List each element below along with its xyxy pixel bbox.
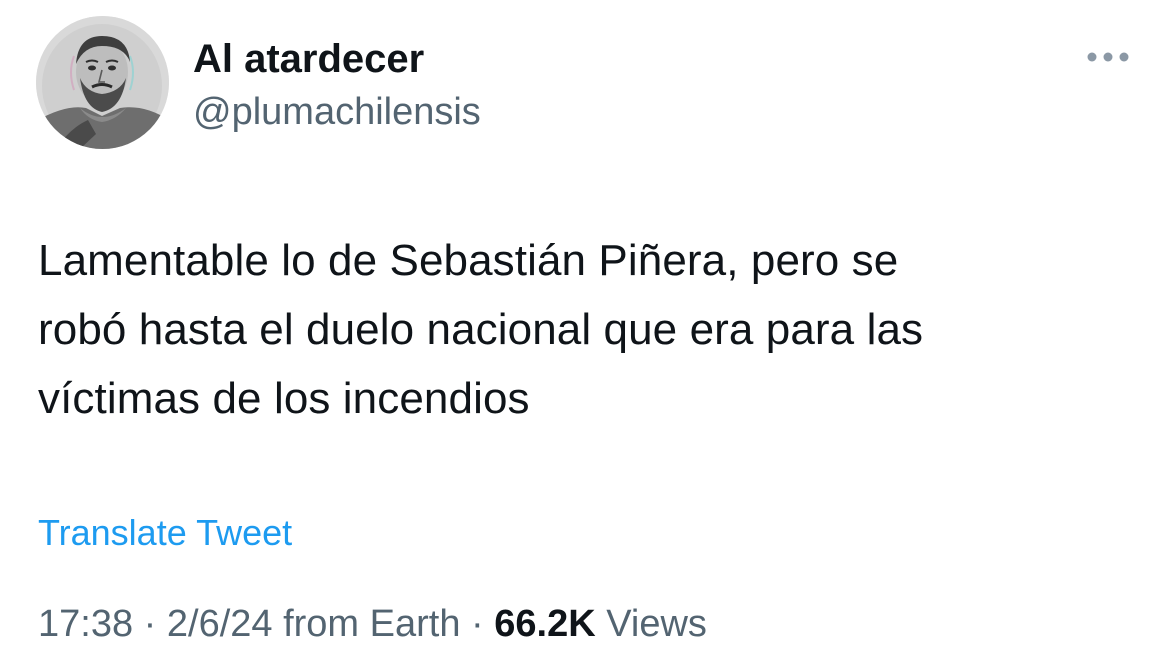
views-label: Views [595, 603, 707, 645]
meta-separator: · [133, 603, 167, 645]
author-avatar[interactable] [36, 16, 169, 149]
tweet-text: Lamentable lo de Sebastián Piñera, pero … [38, 236, 924, 423]
tweet-source: from Earth [272, 603, 461, 645]
tweet-meta: 17:38 · 2/6/24 from Earth · 66.2K Views [38, 601, 707, 647]
translate-tweet-link[interactable]: Translate Tweet [38, 512, 292, 554]
author-handle[interactable]: @plumachilensis [193, 90, 481, 134]
more-options-button[interactable] [1082, 40, 1134, 74]
portrait-avatar-icon [36, 16, 169, 149]
tweet-time[interactable]: 17:38 [38, 603, 133, 645]
more-horizontal-icon [1087, 52, 1129, 62]
tweet-card: Al atardecer @plumachilensis Lamentable … [0, 0, 1170, 665]
author-display-name[interactable]: Al atardecer [193, 36, 424, 82]
meta-separator: · [460, 603, 495, 645]
views-count[interactable]: 66.2K [494, 603, 595, 645]
tweet-date[interactable]: 2/6/24 [167, 603, 273, 645]
